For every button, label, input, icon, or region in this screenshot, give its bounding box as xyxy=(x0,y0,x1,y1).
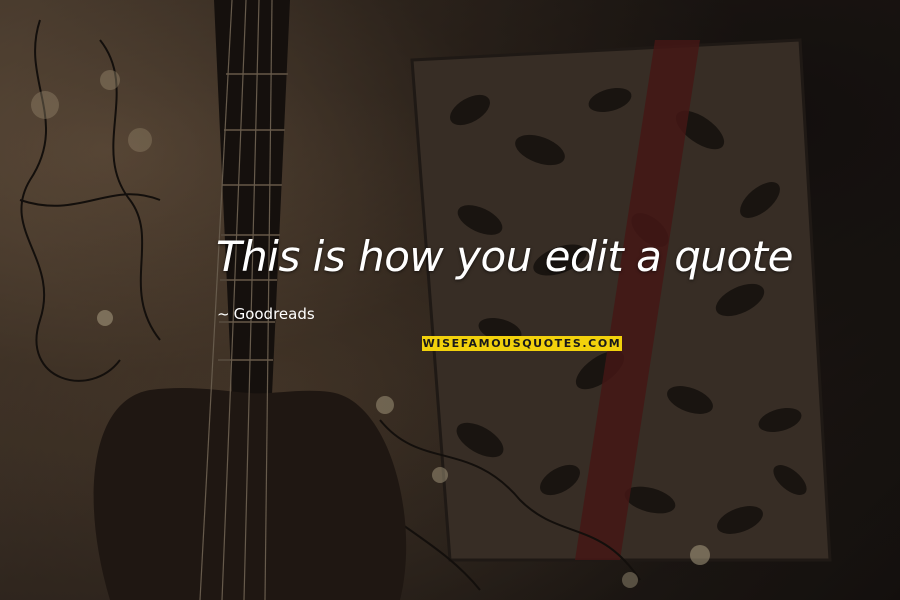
quote-text: This is how you edit a quote xyxy=(216,232,793,281)
background-photo xyxy=(0,0,900,600)
watermark-badge: WISEFAMOUSQUOTES.COM xyxy=(422,336,622,351)
quote-image: This is how you edit a quote ~ Goodreads … xyxy=(0,0,900,600)
author-dash: ~ xyxy=(217,305,230,323)
author-name: Goodreads xyxy=(233,305,315,323)
quote-author: ~ Goodreads xyxy=(217,305,315,323)
